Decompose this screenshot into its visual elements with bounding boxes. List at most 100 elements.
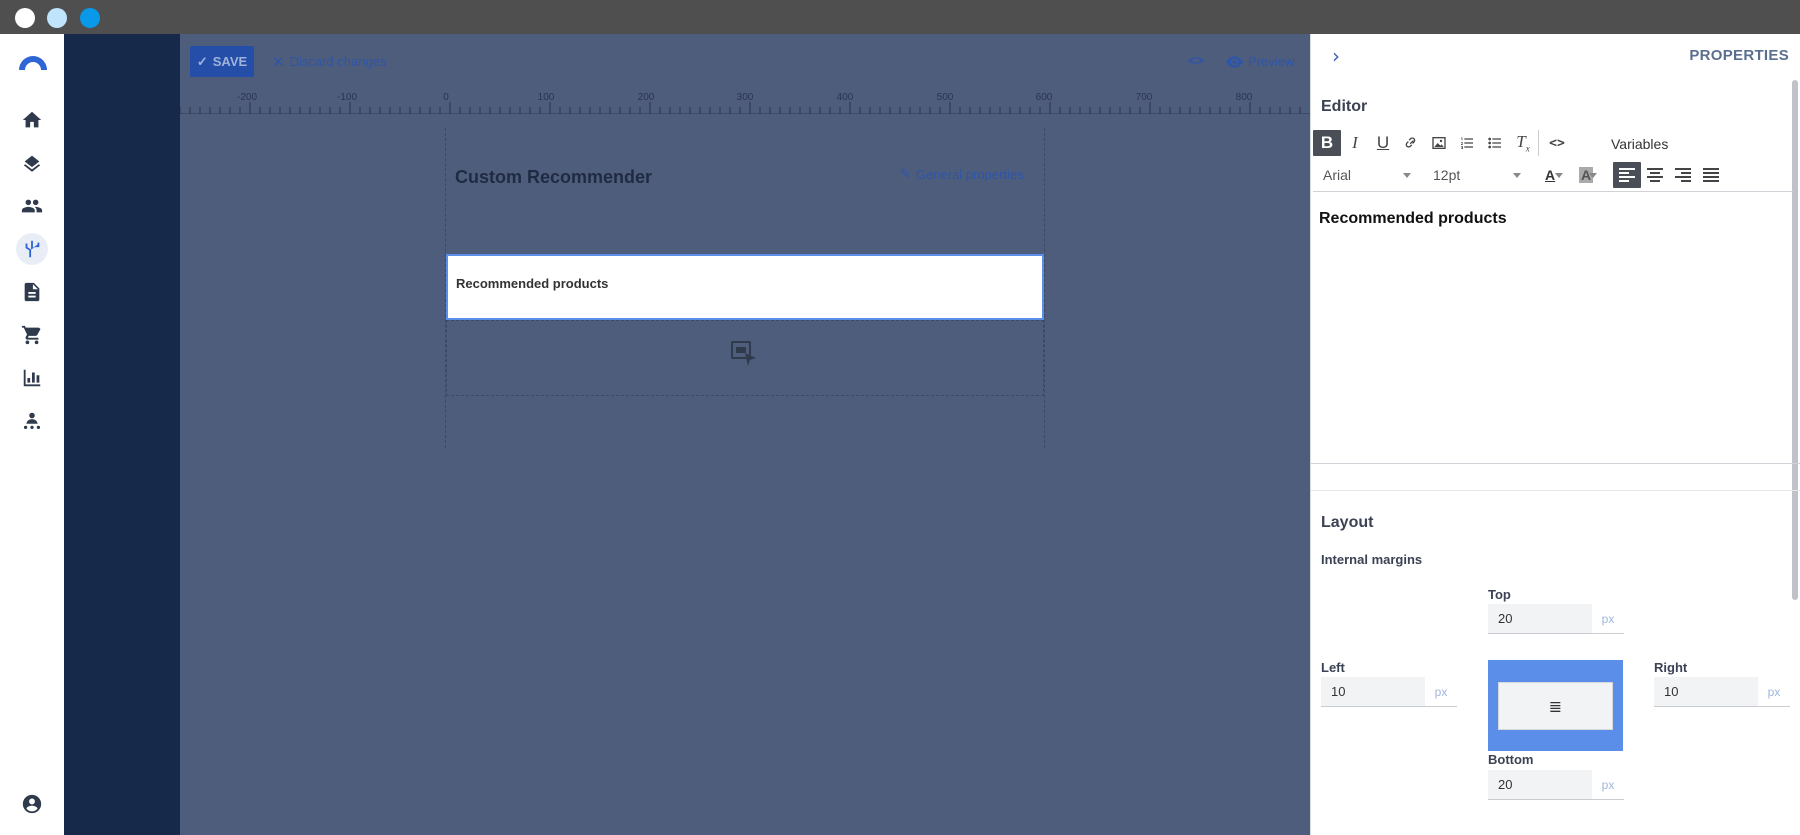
align-center-button[interactable] [1641, 162, 1669, 188]
link-button[interactable] [1397, 130, 1425, 156]
save-button[interactable]: ✓ SAVE [190, 46, 254, 77]
editor-content-text: Recommended products [1319, 210, 1507, 227]
rail-chart-icon[interactable] [16, 362, 48, 394]
align-justify-icon [1703, 168, 1719, 182]
properties-header: › PROPERTIES [1311, 34, 1800, 78]
editor-style-toolbar: Arial 12pt A A [1313, 158, 1793, 192]
align-right-button[interactable] [1669, 162, 1697, 188]
rail-cart-icon[interactable] [16, 319, 48, 351]
clear-format-icon: Tx [1516, 132, 1530, 154]
general-properties-label: General properties [915, 166, 1024, 182]
editor-section-title: Editor [1321, 98, 1368, 115]
source-code-button[interactable]: <> [1543, 130, 1571, 156]
rail-flow-icon[interactable] [16, 233, 48, 265]
collapse-panel-button[interactable]: › [1325, 44, 1347, 68]
rail-document-icon[interactable] [16, 276, 48, 308]
window-titlebar [0, 0, 1800, 34]
internal-margins-label: Internal margins [1321, 552, 1423, 567]
left-margin-label: Left [1321, 660, 1345, 675]
text-block-content: Recommended products [456, 276, 609, 291]
numbered-list-button[interactable] [1453, 130, 1481, 156]
editor-toolbar: ✓ SAVE ✕ Discard changes <> Preview [180, 34, 1310, 88]
unit-label: px [1592, 604, 1624, 634]
clear-format-button[interactable]: Tx [1509, 130, 1537, 156]
rail-segment-icon[interactable] [16, 405, 48, 437]
eye-icon [1226, 55, 1243, 68]
margin-preview: ≣ [1488, 660, 1623, 751]
pencil-icon: ✎ [900, 166, 911, 181]
link-icon [1405, 137, 1416, 148]
window-close-button[interactable] [15, 8, 35, 28]
properties-title: PROPERTIES [1689, 47, 1789, 64]
top-margin-input[interactable] [1488, 604, 1592, 634]
rail-layers-icon[interactable] [16, 147, 48, 179]
layout-section-title: Layout [1321, 514, 1374, 531]
background-color-select[interactable]: A [1569, 162, 1603, 188]
font-family-value: Arial [1323, 167, 1352, 183]
drop-zone[interactable] [446, 320, 1044, 396]
align-justify-button[interactable] [1697, 162, 1725, 188]
properties-panel: › PROPERTIES Editor B I U Tx <> Variable… [1310, 34, 1800, 835]
navigation-column [64, 34, 180, 835]
section-divider [1311, 490, 1800, 491]
right-margin-input[interactable] [1654, 677, 1758, 707]
image-button[interactable] [1425, 130, 1453, 156]
align-left-button[interactable] [1613, 162, 1641, 188]
image-icon [1432, 137, 1446, 149]
horizontal-ruler: -200 -100 0 100 200 300 400 500 600 700 … [180, 90, 1310, 114]
align-left-icon [1619, 168, 1635, 182]
rail-people-icon[interactable] [16, 190, 48, 222]
window-maximize-button[interactable] [80, 8, 100, 28]
check-icon: ✓ [196, 53, 208, 69]
account-icon[interactable] [16, 788, 48, 820]
bold-button[interactable]: B [1313, 130, 1341, 156]
bottom-margin-field: px [1488, 770, 1624, 800]
font-size-value: 12pt [1433, 167, 1461, 183]
underline-button[interactable]: U [1369, 130, 1397, 156]
app-rail [0, 34, 64, 835]
close-icon: ✕ [272, 53, 285, 71]
rich-text-editor[interactable]: Recommended products [1311, 192, 1800, 464]
add-block-icon [731, 341, 756, 366]
numbered-list-icon [1461, 137, 1473, 149]
preview-label: Preview [1248, 54, 1295, 69]
chevron-down-icon [1589, 173, 1597, 178]
discard-changes-button[interactable]: ✕ Discard changes [272, 46, 386, 77]
bottom-margin-label: Bottom [1488, 752, 1534, 767]
chevron-down-icon [1403, 173, 1411, 178]
discard-changes-label: Discard changes [289, 54, 387, 69]
unit-label: px [1758, 677, 1790, 707]
preview-button[interactable]: Preview [1226, 46, 1294, 77]
top-margin-field: px [1488, 604, 1624, 634]
bullet-list-icon [1488, 137, 1501, 149]
app-logo-icon [19, 56, 47, 70]
document-title: Custom Recommender [455, 167, 653, 187]
top-margin-label: Top [1488, 587, 1511, 602]
chevron-down-icon [1513, 173, 1521, 178]
window-minimize-button[interactable] [47, 8, 67, 28]
font-size-select[interactable]: 12pt [1423, 162, 1527, 188]
general-properties-button[interactable]: ✎ General properties [900, 166, 1024, 182]
align-center-icon [1647, 168, 1663, 182]
editor-format-toolbar: B I U Tx <> Variables [1313, 126, 1793, 158]
variables-button[interactable]: Variables [1611, 136, 1668, 152]
unit-label: px [1425, 677, 1457, 707]
margin-preview-content: ≣ [1498, 682, 1613, 730]
font-family-select[interactable]: Arial [1313, 162, 1417, 188]
text-lines-icon: ≣ [1548, 696, 1563, 716]
save-button-label: SAVE [212, 54, 248, 69]
unit-label: px [1592, 770, 1624, 800]
editor-workspace: ✓ SAVE ✕ Discard changes <> Preview -200… [180, 34, 1310, 835]
left-margin-input[interactable] [1321, 677, 1425, 707]
italic-button[interactable]: I [1341, 130, 1369, 156]
selected-text-block[interactable]: Recommended products [446, 254, 1044, 320]
bottom-margin-input[interactable] [1488, 770, 1592, 800]
right-margin-label: Right [1654, 660, 1688, 675]
text-color-select[interactable]: A [1535, 162, 1569, 188]
toolbar-divider [1538, 130, 1539, 156]
bullet-list-button[interactable] [1481, 130, 1509, 156]
rail-home-icon[interactable] [16, 104, 48, 136]
code-view-button[interactable]: <> [1184, 47, 1208, 75]
chevron-down-icon [1555, 173, 1563, 178]
right-margin-field: px [1654, 677, 1790, 707]
